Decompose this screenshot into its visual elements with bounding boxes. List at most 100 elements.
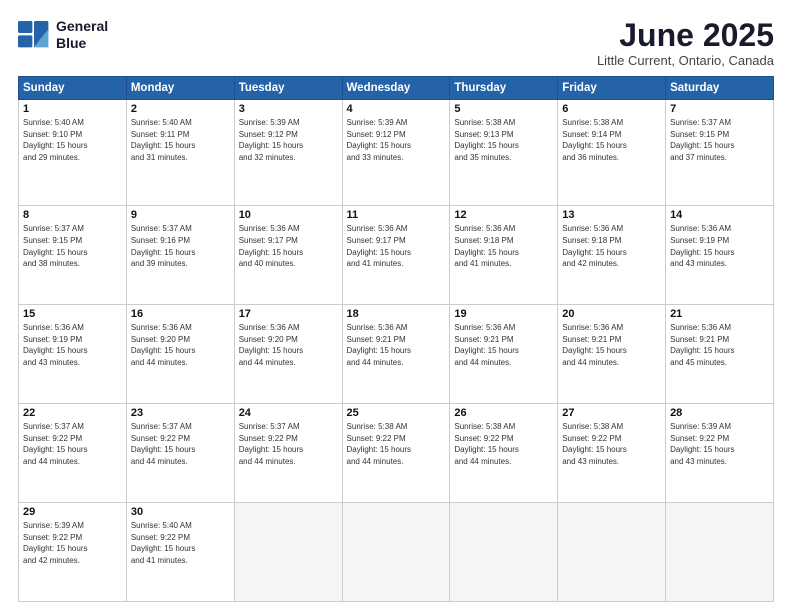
logo-icon xyxy=(18,21,50,49)
day-number: 27 xyxy=(562,407,661,419)
col-thursday: Thursday xyxy=(450,77,558,100)
day-cell: 19 Sunrise: 5:36 AMSunset: 9:21 PMDayligh… xyxy=(450,305,558,404)
col-monday: Monday xyxy=(126,77,234,100)
day-cell: 20 Sunrise: 5:36 AMSunset: 9:21 PMDayligh… xyxy=(558,305,666,404)
day-info: Sunrise: 5:37 AMSunset: 9:15 PMDaylight:… xyxy=(670,117,769,163)
day-info: Sunrise: 5:36 AMSunset: 9:21 PMDaylight:… xyxy=(347,322,446,368)
day-info: Sunrise: 5:36 AMSunset: 9:21 PMDaylight:… xyxy=(670,322,769,368)
day-info: Sunrise: 5:36 AMSunset: 9:20 PMDaylight:… xyxy=(239,322,338,368)
day-cell: 16 Sunrise: 5:36 AMSunset: 9:20 PMDayligh… xyxy=(126,305,234,404)
day-cell: 4 Sunrise: 5:39 AMSunset: 9:12 PMDaylight… xyxy=(342,100,450,206)
day-cell: 11 Sunrise: 5:36 AMSunset: 9:17 PMDayligh… xyxy=(342,206,450,305)
day-number: 11 xyxy=(347,209,446,221)
logo-text: General Blue xyxy=(56,18,108,52)
day-cell: 24Sunrise: 5:37 AMSunset: 9:22 PMDayligh… xyxy=(234,404,342,503)
day-cell: 17 Sunrise: 5:36 AMSunset: 9:20 PMDayligh… xyxy=(234,305,342,404)
day-cell xyxy=(666,503,774,602)
day-info: Sunrise: 5:39 AMSunset: 9:12 PMDaylight:… xyxy=(347,117,446,163)
day-cell: 26Sunrise: 5:38 AMSunset: 9:22 PMDayligh… xyxy=(450,404,558,503)
col-sunday: Sunday xyxy=(19,77,127,100)
day-number: 18 xyxy=(347,308,446,320)
day-number: 6 xyxy=(562,103,661,115)
day-info: Sunrise: 5:38 AMSunset: 9:22 PMDaylight:… xyxy=(347,421,446,467)
day-info: Sunrise: 5:36 AMSunset: 9:21 PMDaylight:… xyxy=(562,322,661,368)
logo: General Blue xyxy=(18,18,108,52)
page: General Blue June 2025 Little Current, O… xyxy=(0,0,792,612)
day-number: 10 xyxy=(239,209,338,221)
day-number: 23 xyxy=(131,407,230,419)
day-number: 13 xyxy=(562,209,661,221)
day-info: Sunrise: 5:37 AMSunset: 9:22 PMDaylight:… xyxy=(131,421,230,467)
day-info: Sunrise: 5:39 AMSunset: 9:12 PMDaylight:… xyxy=(239,117,338,163)
header-row: Sunday Monday Tuesday Wednesday Thursday… xyxy=(19,77,774,100)
day-number: 30 xyxy=(131,506,230,518)
day-number: 9 xyxy=(131,209,230,221)
day-cell: 28Sunrise: 5:39 AMSunset: 9:22 PMDayligh… xyxy=(666,404,774,503)
day-number: 26 xyxy=(454,407,553,419)
day-info: Sunrise: 5:38 AMSunset: 9:13 PMDaylight:… xyxy=(454,117,553,163)
day-cell: 30Sunrise: 5:40 AMSunset: 9:22 PMDayligh… xyxy=(126,503,234,602)
month-title: June 2025 xyxy=(597,18,774,53)
day-number: 20 xyxy=(562,308,661,320)
day-number: 5 xyxy=(454,103,553,115)
day-number: 8 xyxy=(23,209,122,221)
day-cell: 13 Sunrise: 5:36 AMSunset: 9:18 PMDayligh… xyxy=(558,206,666,305)
logo-line1: General xyxy=(56,18,108,35)
day-cell: 27 Sunrise: 5:38 AMSunset: 9:22 PMDayligh… xyxy=(558,404,666,503)
day-cell: 1Sunrise: 5:40 AMSunset: 9:10 PMDaylight… xyxy=(19,100,127,206)
col-saturday: Saturday xyxy=(666,77,774,100)
day-info: Sunrise: 5:38 AMSunset: 9:22 PMDaylight:… xyxy=(562,421,661,467)
day-cell: 25 Sunrise: 5:38 AMSunset: 9:22 PMDayligh… xyxy=(342,404,450,503)
day-number: 29 xyxy=(23,506,122,518)
day-info: Sunrise: 5:37 AMSunset: 9:16 PMDaylight:… xyxy=(131,223,230,269)
day-info: Sunrise: 5:36 AMSunset: 9:19 PMDaylight:… xyxy=(670,223,769,269)
day-info: Sunrise: 5:39 AMSunset: 9:22 PMDaylight:… xyxy=(670,421,769,467)
header: General Blue June 2025 Little Current, O… xyxy=(18,18,774,68)
day-number: 15 xyxy=(23,308,122,320)
day-info: Sunrise: 5:39 AMSunset: 9:22 PMDaylight:… xyxy=(23,520,122,566)
day-info: Sunrise: 5:36 AMSunset: 9:21 PMDaylight:… xyxy=(454,322,553,368)
day-info: Sunrise: 5:36 AMSunset: 9:17 PMDaylight:… xyxy=(239,223,338,269)
week-row-3: 15 Sunrise: 5:36 AMSunset: 9:19 PMDayligh… xyxy=(19,305,774,404)
week-row-1: 1Sunrise: 5:40 AMSunset: 9:10 PMDaylight… xyxy=(19,100,774,206)
day-info: Sunrise: 5:36 AMSunset: 9:19 PMDaylight:… xyxy=(23,322,122,368)
day-number: 16 xyxy=(131,308,230,320)
day-cell: 2Sunrise: 5:40 AMSunset: 9:11 PMDaylight… xyxy=(126,100,234,206)
day-info: Sunrise: 5:40 AMSunset: 9:10 PMDaylight:… xyxy=(23,117,122,163)
logo-line2: Blue xyxy=(56,35,108,52)
day-cell: 9 Sunrise: 5:37 AMSunset: 9:16 PMDaylight… xyxy=(126,206,234,305)
day-info: Sunrise: 5:36 AMSunset: 9:18 PMDaylight:… xyxy=(454,223,553,269)
day-cell xyxy=(234,503,342,602)
day-info: Sunrise: 5:38 AMSunset: 9:14 PMDaylight:… xyxy=(562,117,661,163)
day-cell: 3Sunrise: 5:39 AMSunset: 9:12 PMDaylight… xyxy=(234,100,342,206)
day-cell: 6 Sunrise: 5:38 AMSunset: 9:14 PMDaylight… xyxy=(558,100,666,206)
location-subtitle: Little Current, Ontario, Canada xyxy=(597,53,774,68)
day-cell: 15 Sunrise: 5:36 AMSunset: 9:19 PMDayligh… xyxy=(19,305,127,404)
day-number: 21 xyxy=(670,308,769,320)
week-row-4: 22 Sunrise: 5:37 AMSunset: 9:22 PMDayligh… xyxy=(19,404,774,503)
calendar-table: Sunday Monday Tuesday Wednesday Thursday… xyxy=(18,76,774,602)
day-number: 14 xyxy=(670,209,769,221)
day-number: 25 xyxy=(347,407,446,419)
day-number: 4 xyxy=(347,103,446,115)
col-wednesday: Wednesday xyxy=(342,77,450,100)
day-cell: 5 Sunrise: 5:38 AMSunset: 9:13 PMDaylight… xyxy=(450,100,558,206)
day-cell: 23 Sunrise: 5:37 AMSunset: 9:22 PMDayligh… xyxy=(126,404,234,503)
title-block: June 2025 Little Current, Ontario, Canad… xyxy=(597,18,774,68)
day-cell: 21 Sunrise: 5:36 AMSunset: 9:21 PMDayligh… xyxy=(666,305,774,404)
week-row-5: 29 Sunrise: 5:39 AMSunset: 9:22 PMDayligh… xyxy=(19,503,774,602)
day-info: Sunrise: 5:36 AMSunset: 9:17 PMDaylight:… xyxy=(347,223,446,269)
day-cell: 10 Sunrise: 5:36 AMSunset: 9:17 PMDayligh… xyxy=(234,206,342,305)
day-number: 17 xyxy=(239,308,338,320)
day-cell: 12Sunrise: 5:36 AMSunset: 9:18 PMDayligh… xyxy=(450,206,558,305)
day-number: 22 xyxy=(23,407,122,419)
day-cell: 14 Sunrise: 5:36 AMSunset: 9:19 PMDayligh… xyxy=(666,206,774,305)
day-number: 19 xyxy=(454,308,553,320)
day-info: Sunrise: 5:37 AMSunset: 9:22 PMDaylight:… xyxy=(23,421,122,467)
day-cell: 22 Sunrise: 5:37 AMSunset: 9:22 PMDayligh… xyxy=(19,404,127,503)
day-info: Sunrise: 5:36 AMSunset: 9:20 PMDaylight:… xyxy=(131,322,230,368)
day-info: Sunrise: 5:36 AMSunset: 9:18 PMDaylight:… xyxy=(562,223,661,269)
day-info: Sunrise: 5:37 AMSunset: 9:22 PMDaylight:… xyxy=(239,421,338,467)
col-tuesday: Tuesday xyxy=(234,77,342,100)
day-cell: 7Sunrise: 5:37 AMSunset: 9:15 PMDaylight… xyxy=(666,100,774,206)
